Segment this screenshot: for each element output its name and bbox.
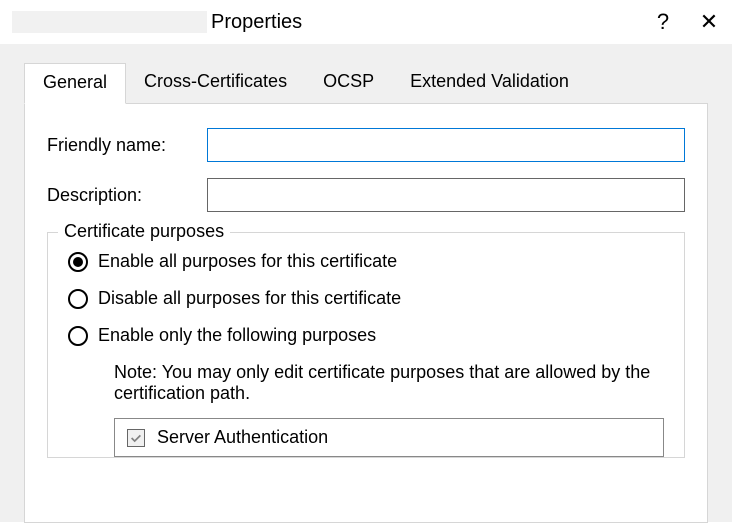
radio-disable-all[interactable]: Disable all purposes for this certificat… [68,288,664,309]
title-suffix: Properties [211,11,302,34]
radio-enable-only[interactable]: Enable only the following purposes [68,325,664,346]
tab-cross-certificates[interactable]: Cross-Certificates [126,63,305,104]
radio-icon-enable-only [68,326,88,346]
titlebar: Properties ? ✕ [0,0,732,44]
friendly-name-input[interactable] [207,128,685,162]
help-button[interactable]: ? [640,0,686,44]
purposes-list: Server Authentication [114,418,664,457]
checkbox-icon [127,429,145,447]
label-friendly-name: Friendly name: [47,135,207,156]
row-friendly-name: Friendly name: [47,128,685,162]
radio-enable-all[interactable]: Enable all purposes for this certificate [68,251,664,272]
radio-label-enable-all: Enable all purposes for this certificate [98,251,397,272]
tab-ocsp[interactable]: OCSP [305,63,392,104]
row-description: Description: [47,178,685,212]
purpose-server-authentication[interactable]: Server Authentication [127,427,651,448]
tab-general[interactable]: General [24,63,126,104]
radio-label-disable-all: Disable all purposes for this certificat… [98,288,401,309]
purpose-label: Server Authentication [157,427,328,448]
label-description: Description: [47,185,207,206]
legend-certificate-purposes: Certificate purposes [58,221,230,242]
fieldset-certificate-purposes: Certificate purposes Enable all purposes… [47,232,685,458]
tabpage-general: Friendly name: Description: Certificate … [24,103,708,523]
note-text: Note: You may only edit certificate purp… [114,362,664,404]
description-input[interactable] [207,178,685,212]
radio-icon-enable-all [68,252,88,272]
radio-icon-disable-all [68,289,88,309]
dialog-body: General Cross-Certificates OCSP Extended… [0,44,732,522]
radio-label-enable-only: Enable only the following purposes [98,325,376,346]
tab-extended-validation[interactable]: Extended Validation [392,63,587,104]
close-button[interactable]: ✕ [686,0,732,44]
tabstrip: General Cross-Certificates OCSP Extended… [24,62,708,103]
title-prefix-redacted [12,11,207,33]
